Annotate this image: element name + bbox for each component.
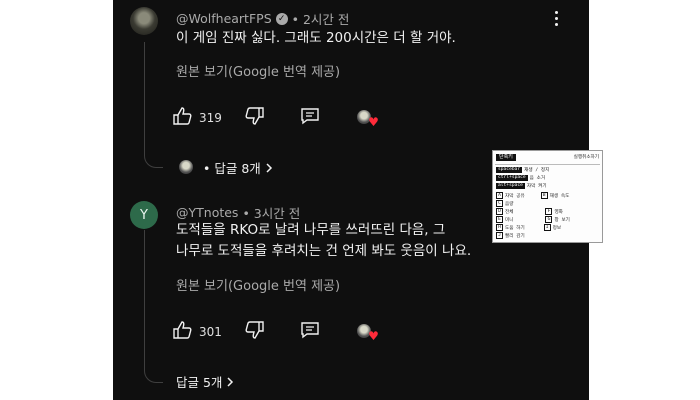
dislike-icon[interactable]: [244, 107, 264, 129]
like-icon[interactable]: [173, 107, 193, 129]
comment-actions: 319 ♥: [173, 107, 379, 129]
comment-text: 이 게임 진짜 싫다. 그래도 200시간은 더 할 거야.: [176, 30, 456, 46]
comment-time: • 2시간 전: [291, 12, 350, 27]
shortcut-row[interactable]: alt+space 자막 켜기: [496, 183, 547, 189]
thread-curve: [144, 368, 163, 383]
creator-avatar-icon: [179, 159, 199, 177]
author-name[interactable]: @WolfheartFPS: [176, 11, 272, 26]
thread-line: [144, 230, 145, 370]
comment-header: @WolfheartFPS ✓ • 2시간 전: [176, 9, 349, 28]
thread-line: [144, 42, 145, 154]
see-original-link[interactable]: 원본 보기(Google 번역 제공): [176, 275, 340, 294]
shortcut-row[interactable]: D 전체 F 영화: [496, 208, 563, 215]
like-count: 301: [199, 325, 222, 339]
replies-label: • 답글 8개: [203, 161, 261, 176]
creator-heart-icon: ♥: [356, 323, 379, 342]
shortcut-row[interactable]: A 자막 공유 B 재생 속도: [496, 192, 569, 199]
popup-header: 단축키 실행취소하기: [493, 151, 602, 163]
chevron-right-icon: [266, 162, 272, 173]
replies-button[interactable]: 답글 5개: [176, 372, 234, 391]
thread-curve: [144, 153, 163, 168]
comment-actions: 301 ♥: [173, 321, 379, 343]
shortcut-row[interactable]: H 도움 하기 I 정보: [496, 224, 561, 231]
shortcut-row[interactable]: spacebar 재생 / 정지: [496, 167, 549, 173]
avatar[interactable]: Y: [130, 201, 158, 229]
shortcut-popup: 단축키 실행취소하기 spacebar 재생 / 정지 ctrl+space 음 소…: [492, 150, 603, 243]
like-icon[interactable]: [173, 321, 193, 343]
popup-title: 단축키: [496, 153, 516, 161]
see-original-link[interactable]: 원본 보기(Google 번역 제공): [176, 61, 340, 80]
avatar[interactable]: [130, 7, 158, 35]
replies-button[interactable]: • 답글 8개: [179, 158, 273, 177]
replies-label: 답글 5개: [176, 375, 223, 390]
popup-close-link[interactable]: 실행취소하기: [574, 154, 599, 160]
dislike-icon[interactable]: [244, 321, 264, 343]
verified-icon: ✓: [275, 12, 288, 25]
like-count: 319: [199, 111, 222, 125]
shortcut-row[interactable]: C 음량: [496, 200, 513, 207]
shortcut-row[interactable]: E 미니 G창 보기: [496, 216, 570, 223]
shortcut-row[interactable]: J 빨리 감기: [496, 232, 525, 239]
author-name[interactable]: @YTnotes: [176, 205, 238, 220]
chevron-right-icon: [227, 376, 234, 387]
shortcut-row[interactable]: ctrl+space 음 소거: [496, 175, 545, 181]
reply-icon[interactable]: [300, 321, 320, 343]
more-options-icon[interactable]: [555, 11, 559, 26]
reply-icon[interactable]: [300, 107, 320, 129]
divider: [495, 164, 600, 165]
creator-heart-icon: ♥: [356, 109, 379, 128]
